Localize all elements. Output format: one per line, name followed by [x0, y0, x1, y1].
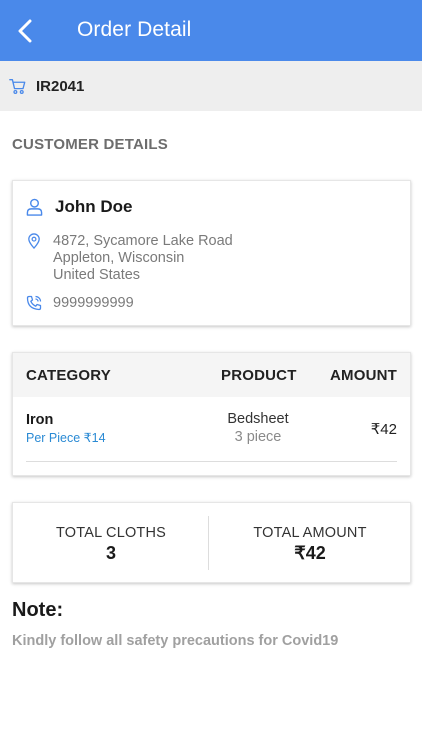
page-title: Order Detail — [77, 18, 192, 41]
address-line-3: United States — [53, 267, 141, 283]
cart-icon — [9, 79, 26, 95]
order-id-bar: IR2041 — [0, 61, 422, 111]
note-title: Note: — [12, 599, 64, 621]
row-divider — [26, 461, 397, 462]
item-category: Iron — [26, 412, 54, 428]
items-table: CATEGORY PRODUCT AMOUNT Iron Per Piece ₹… — [12, 352, 411, 476]
person-icon — [26, 198, 43, 216]
item-quantity: 3 piece — [234, 429, 282, 445]
customer-card: John Doe 4872, Sycamore Lake Road Applet… — [12, 180, 411, 326]
back-button[interactable] — [10, 16, 40, 46]
total-amount-value: ₹42 — [294, 543, 326, 563]
column-header-amount: AMOUNT — [329, 367, 397, 384]
customer-name: John Doe — [55, 197, 133, 216]
chevron-left-icon — [18, 19, 32, 43]
customer-phone: 9999999999 — [53, 295, 134, 311]
app-bar: Order Detail — [0, 0, 422, 61]
customer-details-heading: CUSTOMER DETAILS — [12, 136, 168, 153]
column-header-product: PRODUCT — [221, 367, 297, 384]
total-cloths-value: 3 — [105, 543, 116, 563]
totals-card: TOTAL CLOTHS 3 TOTAL AMOUNT ₹42 — [12, 502, 411, 583]
order-id: IR2041 — [36, 78, 85, 95]
location-pin-icon — [28, 233, 40, 249]
item-product: Bedsheet — [227, 411, 289, 427]
total-amount-label: TOTAL AMOUNT — [253, 525, 367, 541]
column-header-category: CATEGORY — [26, 367, 111, 384]
customer-address: 4872, Sycamore Lake Road Appleton, Wisco… — [53, 233, 233, 284]
note-text: Kindly follow all safety precautions for… — [12, 633, 339, 649]
phone-icon — [26, 295, 42, 311]
total-cloths-label: TOTAL CLOTHS — [55, 525, 167, 541]
item-rate: Per Piece ₹14 — [26, 431, 106, 445]
address-line-2: Appleton, Wisconsin — [53, 250, 185, 266]
item-amount: ₹42 — [370, 421, 397, 438]
address-line-1: 4872, Sycamore Lake Road — [53, 233, 233, 249]
items-table-header: CATEGORY PRODUCT AMOUNT — [13, 353, 410, 397]
